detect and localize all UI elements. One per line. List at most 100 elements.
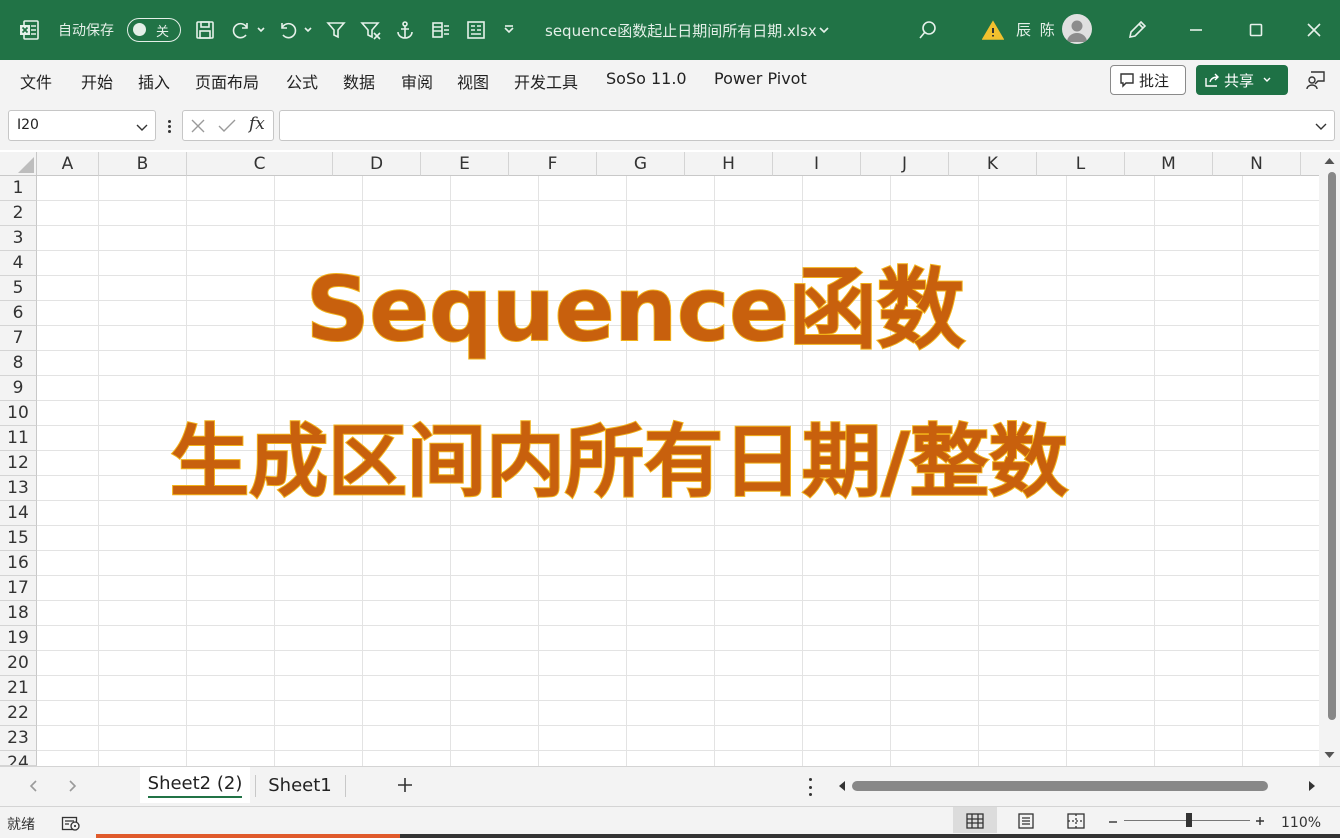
column-header-f[interactable]: F bbox=[509, 152, 597, 176]
formula-input[interactable] bbox=[279, 110, 1335, 141]
avatar[interactable] bbox=[1062, 14, 1092, 44]
column-header-g[interactable]: G bbox=[597, 152, 685, 176]
row-header[interactable]: 24 bbox=[0, 751, 37, 766]
horizontal-scroll-thumb[interactable] bbox=[852, 781, 1268, 791]
row-header[interactable]: 19 bbox=[0, 626, 37, 651]
autosave-toggle[interactable]: 关 bbox=[127, 18, 181, 42]
save-icon[interactable] bbox=[192, 0, 218, 60]
tab-home[interactable]: 开始 bbox=[81, 69, 113, 93]
clear-filter-icon[interactable] bbox=[358, 0, 384, 60]
column-header-m[interactable]: M bbox=[1125, 152, 1213, 176]
redo-icon[interactable] bbox=[228, 0, 254, 60]
row-header[interactable]: 9 bbox=[0, 376, 37, 401]
row-header[interactable]: 15 bbox=[0, 526, 37, 551]
column-header-e[interactable]: E bbox=[421, 152, 509, 176]
user-name[interactable]: 辰 陈 bbox=[1016, 19, 1057, 40]
tab-power-pivot[interactable]: Power Pivot bbox=[714, 69, 807, 88]
customize-toolbar-icon[interactable] bbox=[500, 0, 518, 60]
row-header[interactable]: 18 bbox=[0, 601, 37, 626]
add-sheet-icon[interactable] bbox=[396, 776, 414, 794]
share-button[interactable]: 共享 bbox=[1196, 65, 1288, 95]
search-icon[interactable] bbox=[914, 0, 942, 60]
tab-insert[interactable]: 插入 bbox=[138, 69, 170, 93]
zoom-level[interactable]: 110% bbox=[1281, 815, 1321, 831]
enter-check-icon[interactable] bbox=[217, 117, 237, 135]
column-header-b[interactable]: B bbox=[99, 152, 187, 176]
chevron-down-icon[interactable] bbox=[816, 0, 832, 60]
insert-function-button[interactable]: fx bbox=[249, 114, 265, 134]
scroll-down-icon[interactable] bbox=[1319, 748, 1340, 762]
feedback-icon[interactable] bbox=[1302, 66, 1330, 94]
zoom-out-icon[interactable] bbox=[1107, 816, 1119, 828]
minimize-icon[interactable] bbox=[1182, 0, 1210, 60]
scroll-left-icon[interactable] bbox=[836, 776, 848, 796]
row-header[interactable]: 16 bbox=[0, 551, 37, 576]
row-header[interactable]: 4 bbox=[0, 251, 37, 276]
anchor-icon[interactable] bbox=[392, 0, 418, 60]
maximize-icon[interactable] bbox=[1242, 0, 1270, 60]
undo-icon[interactable] bbox=[275, 0, 301, 60]
column-header-l[interactable]: L bbox=[1037, 152, 1125, 176]
zoom-slider-thumb[interactable] bbox=[1186, 813, 1192, 827]
data-tool-icon[interactable] bbox=[428, 0, 454, 60]
cancel-icon[interactable] bbox=[189, 117, 207, 135]
tab-page-layout[interactable]: 页面布局 bbox=[195, 69, 259, 93]
sheet-tab-sheet2-2[interactable]: Sheet2 (2) bbox=[140, 767, 250, 803]
page-layout-view-icon[interactable] bbox=[1016, 812, 1036, 830]
row-header[interactable]: 8 bbox=[0, 351, 37, 376]
row-header[interactable]: 7 bbox=[0, 326, 37, 351]
row-header[interactable]: 10 bbox=[0, 401, 37, 426]
more-options-icon[interactable] bbox=[164, 116, 174, 136]
form-icon[interactable] bbox=[463, 0, 489, 60]
column-header-n[interactable]: N bbox=[1213, 152, 1301, 176]
tab-review[interactable]: 审阅 bbox=[401, 69, 433, 93]
accessibility-icon[interactable] bbox=[61, 814, 81, 832]
row-header[interactable]: 2 bbox=[0, 201, 37, 226]
column-header-i[interactable]: I bbox=[773, 152, 861, 176]
row-header[interactable]: 3 bbox=[0, 226, 37, 251]
column-header-a[interactable]: A bbox=[37, 152, 99, 176]
name-box[interactable]: I20 bbox=[8, 110, 156, 141]
row-header[interactable]: 23 bbox=[0, 726, 37, 751]
row-header[interactable]: 13 bbox=[0, 476, 37, 501]
tab-file[interactable]: 文件 bbox=[20, 69, 52, 93]
row-header[interactable]: 5 bbox=[0, 276, 37, 301]
row-header[interactable]: 12 bbox=[0, 451, 37, 476]
page-break-view-icon[interactable] bbox=[1066, 812, 1086, 830]
chevron-down-icon[interactable] bbox=[301, 0, 315, 60]
zoom-in-icon[interactable] bbox=[1254, 815, 1266, 827]
scroll-sheets-left-icon[interactable] bbox=[28, 779, 40, 793]
tab-soso[interactable]: SoSo 11.0 bbox=[606, 69, 687, 88]
scroll-right-icon[interactable] bbox=[1306, 776, 1318, 796]
sheet-options-icon[interactable] bbox=[808, 778, 812, 796]
vertical-scroll-thumb[interactable] bbox=[1328, 172, 1336, 720]
filter-icon[interactable] bbox=[323, 0, 349, 60]
column-header-d[interactable]: D bbox=[333, 152, 421, 176]
row-header[interactable]: 20 bbox=[0, 651, 37, 676]
column-header-h[interactable]: H bbox=[685, 152, 773, 176]
tab-formulas[interactable]: 公式 bbox=[286, 69, 318, 93]
row-header[interactable]: 14 bbox=[0, 501, 37, 526]
row-header[interactable]: 11 bbox=[0, 426, 37, 451]
column-header-j[interactable]: J bbox=[861, 152, 949, 176]
scroll-up-icon[interactable] bbox=[1319, 154, 1340, 168]
scroll-sheets-right-icon[interactable] bbox=[66, 779, 78, 793]
tab-view[interactable]: 视图 bbox=[457, 69, 489, 93]
tab-developer[interactable]: 开发工具 bbox=[514, 69, 578, 93]
comments-button[interactable]: 批注 bbox=[1110, 65, 1186, 95]
expand-formula-icon[interactable] bbox=[1314, 119, 1328, 133]
column-header-k[interactable]: K bbox=[949, 152, 1037, 176]
row-header[interactable]: 1 bbox=[0, 176, 37, 201]
row-header[interactable]: 22 bbox=[0, 701, 37, 726]
tab-data[interactable]: 数据 bbox=[343, 69, 375, 93]
column-header-c[interactable]: C bbox=[187, 152, 333, 176]
close-icon[interactable] bbox=[1300, 0, 1328, 60]
row-header[interactable]: 21 bbox=[0, 676, 37, 701]
row-header[interactable]: 6 bbox=[0, 301, 37, 326]
sheet-tab-sheet1[interactable]: Sheet1 bbox=[258, 767, 342, 803]
column-header-partial[interactable] bbox=[1301, 152, 1319, 176]
select-all-button[interactable] bbox=[0, 152, 37, 176]
pen-icon[interactable] bbox=[1123, 0, 1151, 60]
warning-icon[interactable] bbox=[980, 0, 1006, 60]
document-title[interactable]: sequence函数起止日期间所有日期.xlsx bbox=[545, 20, 817, 41]
